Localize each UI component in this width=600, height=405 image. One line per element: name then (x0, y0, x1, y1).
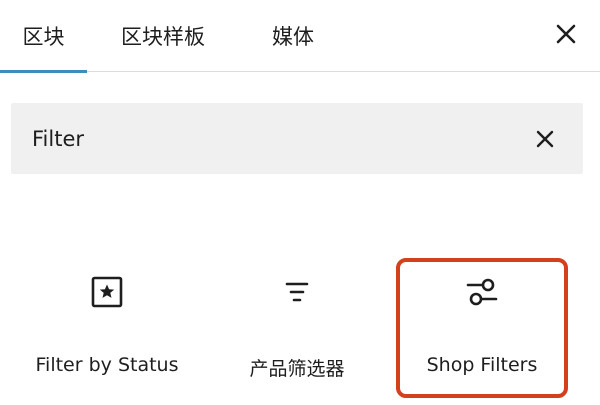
tab-patterns[interactable]: 区块样板 (104, 0, 222, 72)
block-label: Shop Filters (426, 354, 538, 376)
close-panel-button[interactable] (546, 14, 586, 54)
tab-media[interactable]: 媒体 (254, 0, 332, 72)
close-icon (536, 130, 554, 147)
tab-blocks-label: 区块 (22, 25, 65, 49)
block-results: Filter by Status 产品筛选器 Shop Filters (0, 250, 600, 400)
block-product-filters[interactable]: 产品筛选器 (212, 250, 382, 390)
block-inserter-panel: 区块 区块样板 媒体 Filter Filter by Status 产品筛选器… (0, 0, 600, 405)
search-input[interactable] (32, 126, 492, 151)
filter-lines-icon (277, 272, 317, 312)
block-label: 产品筛选器 (249, 358, 345, 380)
star-box-icon (87, 272, 127, 312)
block-label: Filter by Status (35, 354, 179, 376)
tab-media-label: 媒体 (272, 25, 314, 49)
tab-patterns-label: 区块样板 (121, 25, 205, 49)
search-box (11, 103, 583, 174)
block-filter-by-status[interactable]: Filter by Status (22, 250, 192, 390)
inserter-tabs: 区块 区块样板 媒体 (0, 0, 600, 73)
sliders-icon (462, 272, 502, 312)
block-shop-filters[interactable]: Shop Filters (396, 258, 568, 398)
tab-blocks[interactable]: 区块 (0, 0, 87, 73)
clear-search-button[interactable] (529, 123, 561, 155)
close-icon (556, 24, 576, 44)
